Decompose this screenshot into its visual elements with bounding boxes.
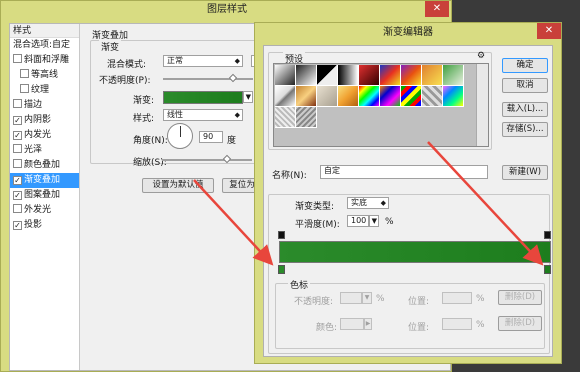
arrow-left [193, 179, 274, 266]
arrow-right [427, 141, 544, 266]
annotation-arrows [193, 141, 544, 266]
